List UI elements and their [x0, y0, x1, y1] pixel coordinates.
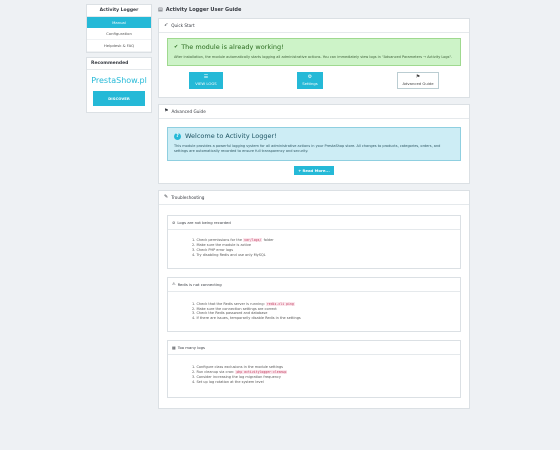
quick-start-title: Quick Start [171, 23, 195, 28]
check-icon: ✔ [174, 43, 179, 50]
list-item: 4. Set up log rotation at the system lev… [192, 379, 264, 384]
advanced-guide-panel: ⚑ Advanced Guide ? Welcome to Activity L… [158, 104, 470, 185]
promo-box: Recommended PrestaShow.pl DISCOVER [86, 57, 152, 113]
flag-icon: ⚑ [164, 108, 169, 115]
advanced-guide-button[interactable]: ⚑ Advanced Guide [397, 72, 439, 90]
trouble-title-redis: Redis is not connecting [177, 281, 222, 287]
gear-icon: ⚙ [307, 74, 313, 81]
info-alert-title: Welcome to Activity Logger! [185, 132, 277, 141]
read-more-button[interactable]: + Read More... [294, 165, 334, 176]
trouble-steps-too-many: 1. Configure class exclusions in the mod… [188, 365, 450, 385]
flag-icon: ⚑ [415, 74, 421, 81]
trouble-section-redis: ⚠ Redis is not connecting 1. Check that … [167, 276, 461, 333]
troubleshooting-panel: ✎ Troubleshooting ⊘ Logs are not being r… [158, 190, 470, 409]
sidebar-item-manual[interactable]: Manual [87, 17, 151, 28]
database-icon: ▦ [172, 344, 176, 350]
code-snippet: php activitylogger:cleanup [235, 370, 288, 375]
list-icon: ☰ [203, 74, 209, 81]
promo-title: Recommended [87, 58, 151, 70]
main-content: ▤ Activity Logger User Guide ➶ Quick Sta… [158, 4, 470, 415]
sidebar: Activity Logger Manual Configuration Hel… [86, 4, 152, 113]
trouble-section-logs: ⊘ Logs are not being recorded 1. Check p… [167, 215, 461, 269]
page-title: ▤ Activity Logger User Guide [158, 4, 470, 18]
trouble-title-logs: Logs are not being recorded [177, 220, 231, 226]
trouble-section-too-many: ▦ Too many logs 1. Configure class exclu… [167, 340, 461, 398]
question-icon: ? [174, 132, 181, 140]
troubleshooting-title: Troubleshooting [171, 195, 205, 201]
list-item: 4. If there are issues, temporarily disa… [192, 316, 301, 321]
trouble-section-title: ▦ Too many logs [168, 341, 460, 356]
ban-icon: ⊘ [172, 219, 176, 225]
plus-icon: + [298, 168, 302, 173]
module-menu: Activity Logger Manual Configuration Hel… [86, 4, 152, 53]
code-snippet: var/logs/ [243, 238, 263, 243]
success-alert: ✔ The module is already working! After i… [167, 38, 461, 67]
prestashow-logo: PrestaShow.pl [91, 76, 147, 85]
quick-start-panel: ➶ Quick Start ✔ The module is already wo… [158, 18, 470, 99]
success-alert-title: The module is already working! [181, 43, 284, 51]
advanced-guide-header: ⚑ Advanced Guide [159, 105, 469, 120]
info-alert-text: This module provides a powerful logging … [174, 144, 441, 154]
trouble-section-title: ⚠ Redis is not connecting [168, 278, 460, 292]
troubleshooting-header: ✎ Troubleshooting [159, 191, 469, 206]
trouble-section-title: ⊘ Logs are not being recorded [168, 216, 460, 231]
sidebar-item-helpdesk[interactable]: Helpdesk & FAQ [87, 40, 151, 52]
settings-label: Settings [302, 81, 318, 87]
view-logs-button[interactable]: ☰ VIEW LOGS [189, 72, 223, 90]
advanced-guide-title: Advanced Guide [171, 109, 206, 115]
module-menu-title: Activity Logger [87, 5, 151, 17]
rocket-icon: ➶ [164, 22, 169, 28]
discover-button[interactable]: DISCOVER [93, 91, 145, 106]
trouble-title-too-many: Too many logs [177, 345, 205, 351]
sidebar-item-configuration[interactable]: Configuration [87, 28, 151, 40]
quick-start-actions: ☰ VIEW LOGS ⚙ Settings ⚑ Advanced Guide [167, 66, 461, 91]
trouble-steps-logs: 1. Check permissions for the var/logs/ f… [188, 238, 450, 258]
advanced-guide-label: Advanced Guide [402, 81, 434, 87]
trouble-steps-redis: 1. Check that the Redis server is runnin… [188, 301, 450, 322]
quick-start-header: ➶ Quick Start [159, 19, 469, 33]
info-alert: ? Welcome to Activity Logger! This modul… [167, 127, 461, 161]
wrench-icon: ✎ [164, 194, 169, 201]
success-alert-text: After installation, the module automatic… [174, 55, 453, 59]
book-icon: ▤ [158, 6, 163, 13]
page-title-text: Activity Logger User Guide [165, 7, 242, 13]
warning-icon: ⚠ [172, 281, 176, 287]
code-snippet: redis-cli ping [265, 301, 295, 306]
list-item: 4. Try disabling Redis and use only MySQ… [192, 252, 266, 257]
read-more-label: Read More... [302, 167, 330, 173]
settings-button[interactable]: ⚙ Settings [297, 72, 323, 90]
view-logs-label: VIEW LOGS [195, 81, 217, 87]
